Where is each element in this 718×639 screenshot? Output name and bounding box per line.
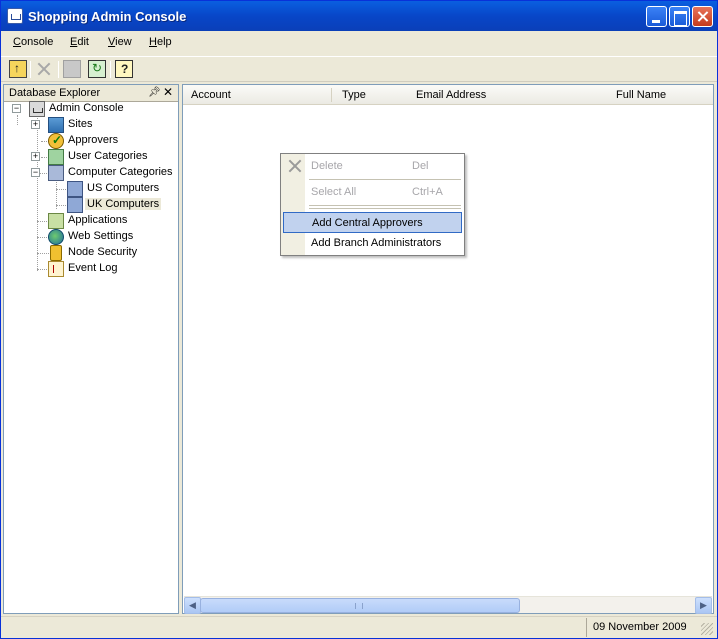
node-security-icon	[50, 245, 62, 261]
tree-node-label: Applications	[68, 214, 128, 226]
column-label: Full Name	[616, 89, 667, 101]
help-icon[interactable]	[115, 60, 133, 78]
sites-icon	[48, 117, 64, 133]
computer-categories-icon	[48, 165, 64, 181]
menu-item-shortcut: Ctrl+A	[412, 186, 443, 198]
tree-node-uk-computers[interactable]: UK Computers	[50, 197, 170, 213]
explorer-header: Database Explorer 📌︎ ✕	[4, 85, 178, 102]
grip-icon	[355, 603, 363, 609]
menu-item-delete[interactable]: Delete Del	[283, 155, 462, 176]
tree-node-approvers[interactable]: Approvers	[31, 133, 171, 149]
tree-node-label: Sites	[68, 118, 93, 130]
tree-node-us-computers[interactable]: US Computers	[50, 181, 170, 197]
menu-item-label: Delete	[311, 160, 343, 172]
expand-icon[interactable]: +	[31, 120, 40, 129]
explorer-title: Database Explorer	[9, 87, 101, 99]
tree-node-label: US Computers	[87, 182, 160, 194]
menu-item-add-central-approvers[interactable]: Add Central Approvers	[283, 212, 462, 233]
tree-node-web-settings[interactable]: Web Settings	[31, 229, 171, 245]
expand-icon[interactable]: +	[31, 152, 40, 161]
uk-computers-icon	[67, 197, 83, 213]
column-header-account[interactable]: Account	[183, 85, 332, 105]
shopping-cart-icon	[7, 8, 23, 24]
menu-bar: Console Edit View Help	[1, 31, 717, 54]
column-header-email-address[interactable]: Email Address	[407, 85, 607, 105]
tree-node-label: Node Security	[68, 246, 138, 258]
menu-help[interactable]: Help	[149, 36, 172, 48]
menu-item-select-all[interactable]: Select All Ctrl+A	[283, 181, 462, 202]
window-title: Shopping Admin Console	[28, 9, 187, 24]
approvers-icon	[48, 133, 64, 149]
menu-edit[interactable]: Edit	[70, 36, 89, 48]
tree-node-node-security[interactable]: Node Security	[31, 245, 171, 261]
minimize-button[interactable]	[646, 6, 667, 27]
tree-node-admin-console[interactable]: − Admin Console	[12, 101, 172, 117]
delete-icon	[287, 158, 303, 174]
properties-icon[interactable]	[63, 60, 81, 78]
toolbar-separator	[110, 61, 111, 78]
tree-node-user-categories[interactable]: + User Categories	[31, 149, 176, 165]
delete-icon[interactable]	[35, 60, 53, 78]
column-header-full-name[interactable]: Full Name	[607, 85, 713, 105]
status-bar: 09 November 2009	[1, 616, 717, 638]
menu-item-label: Add Central Approvers	[312, 217, 423, 229]
tree-node-sites[interactable]: + Sites	[31, 117, 171, 133]
tree-node-label: Admin Console	[49, 102, 124, 114]
menu-item-label: Add Branch Administrators	[311, 237, 442, 249]
collapse-icon[interactable]: −	[31, 168, 40, 177]
scroll-thumb[interactable]	[200, 598, 520, 613]
menu-item-label: Select All	[311, 186, 357, 198]
menu-item-shortcut: Del	[412, 160, 429, 172]
web-settings-icon	[48, 229, 64, 245]
resize-grip-icon[interactable]	[701, 623, 713, 635]
menu-view[interactable]: View	[108, 36, 132, 48]
column-label: Account	[191, 89, 231, 101]
scroll-right-button[interactable]: ▶	[695, 597, 712, 614]
database-explorer-pane: Database Explorer 📌︎ ✕ − Admin Console +…	[3, 84, 179, 614]
event-log-icon	[48, 261, 64, 277]
tree-node-label: Computer Categories	[68, 166, 173, 178]
maximize-button[interactable]	[669, 6, 690, 27]
scroll-left-button[interactable]: ◀	[184, 597, 201, 614]
horizontal-scrollbar[interactable]: ◀ ▶	[184, 596, 712, 614]
context-menu: Delete Del Select All Ctrl+A Add Central…	[280, 153, 465, 256]
close-icon[interactable]: ✕	[163, 85, 173, 99]
menu-separator	[309, 179, 461, 180]
toolbar-separator	[30, 61, 31, 78]
status-date: 09 November 2009	[593, 621, 687, 633]
status-date-panel: 09 November 2009	[586, 618, 694, 637]
tree-node-computer-categories[interactable]: − Computer Categories	[31, 165, 176, 181]
refresh-icon[interactable]	[88, 60, 106, 78]
tree-node-label: Web Settings	[68, 230, 134, 242]
title-bar[interactable]: Shopping Admin Console	[1, 1, 717, 31]
main-window: Shopping Admin Console Console Edit View…	[0, 0, 718, 639]
pin-icon[interactable]: 📌︎	[148, 87, 161, 98]
tree-node-label: Approvers	[68, 134, 119, 146]
toolbar	[1, 56, 717, 82]
tree-node-event-log[interactable]: Event Log	[31, 261, 171, 277]
admin-console-icon	[29, 101, 45, 117]
menu-item-add-branch-administrators[interactable]: Add Branch Administrators	[283, 233, 462, 254]
close-button[interactable]	[692, 6, 713, 27]
tree-node-label: User Categories	[68, 150, 148, 162]
column-label: Type	[342, 89, 366, 101]
user-categories-icon	[48, 149, 64, 165]
collapse-icon[interactable]: −	[12, 104, 21, 113]
applications-icon	[48, 213, 64, 229]
tree-node-label: Event Log	[68, 262, 118, 274]
tree-node-applications[interactable]: Applications	[31, 213, 171, 229]
column-label: Email Address	[416, 89, 487, 101]
menu-separator	[309, 208, 461, 209]
menu-console[interactable]: Console	[13, 36, 53, 48]
menu-separator	[309, 205, 461, 206]
up-folder-icon[interactable]	[9, 60, 27, 78]
us-computers-icon	[67, 181, 83, 197]
toolbar-separator	[58, 61, 59, 78]
tree-node-label: UK Computers	[85, 198, 162, 210]
column-header-type[interactable]: Type	[332, 85, 407, 105]
